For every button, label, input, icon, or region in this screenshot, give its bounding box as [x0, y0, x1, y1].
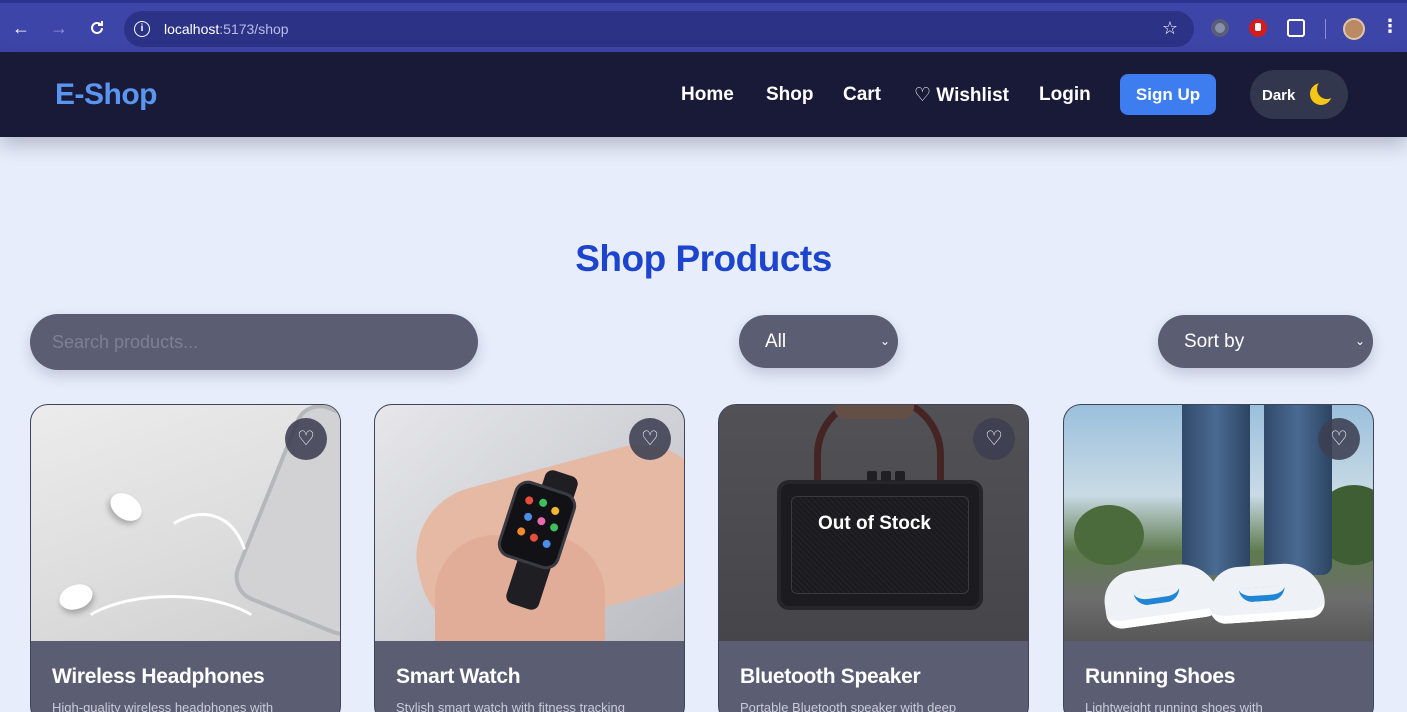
forward-arrow-icon[interactable]: → [47, 16, 71, 40]
nav-home[interactable]: Home [681, 84, 734, 106]
product-description: High-quality wireless headphones with [52, 700, 274, 712]
theme-toggle-button[interactable]: Dark [1250, 70, 1348, 119]
nav-wishlist[interactable]: ♡ Wishlist [914, 84, 1009, 107]
chevron-down-icon: ⌄ [879, 334, 890, 348]
bookmark-star-icon[interactable]: ☆ [1162, 18, 1178, 39]
chevron-down-icon: ⌄ [1354, 334, 1365, 348]
wishlist-heart-icon[interactable]: ♡ [973, 418, 1015, 460]
search-input[interactable] [30, 314, 478, 370]
product-title[interactable]: Smart Watch [396, 665, 521, 689]
extension-adblock-icon[interactable] [1249, 19, 1267, 37]
site-info-icon[interactable]: i [134, 21, 150, 37]
nav-login[interactable]: Login [1039, 84, 1091, 106]
category-select[interactable]: All ⌄ [739, 315, 898, 368]
moon-icon [1310, 79, 1337, 105]
product-description: Lightweight running shoes with [1085, 700, 1263, 712]
brand-logo[interactable]: E-Shop [55, 78, 158, 112]
address-bar[interactable]: i localhost:5173/shop ☆ [124, 11, 1194, 47]
theme-label: Dark [1262, 87, 1296, 104]
site-header: E-Shop Home Shop Cart ♡ Wishlist Login S… [0, 52, 1407, 137]
toolbar-divider [1325, 19, 1326, 39]
product-description: Portable Bluetooth speaker with deep [740, 700, 957, 712]
address-url: localhost:5173/shop [164, 21, 289, 37]
page-title: Shop Products [575, 238, 832, 279]
wishlist-heart-icon[interactable]: ♡ [1318, 418, 1360, 460]
back-arrow-icon[interactable]: ← [9, 16, 33, 40]
product-title[interactable]: Running Shoes [1085, 665, 1235, 689]
product-card[interactable]: Out of Stock ♡ Bluetooth Speaker Portabl… [718, 404, 1029, 712]
signup-button[interactable]: Sign Up [1120, 74, 1216, 115]
category-selected-value: All [765, 331, 787, 352]
product-card[interactable]: ♡ Wireless Headphones High-quality wirel… [30, 404, 341, 712]
wishlist-heart-icon[interactable]: ♡ [285, 418, 327, 460]
product-title[interactable]: Bluetooth Speaker [740, 665, 921, 689]
nav-shop[interactable]: Shop [766, 84, 814, 106]
product-card[interactable]: ♡ Running Shoes Lightweight running shoe… [1063, 404, 1374, 712]
extensions-puzzle-icon[interactable] [1287, 19, 1305, 37]
extension-icon[interactable] [1211, 19, 1229, 37]
reload-icon[interactable] [85, 16, 109, 40]
product-card[interactable]: ♡ Smart Watch Stylish smart watch with f… [374, 404, 685, 712]
out-of-stock-label: Out of Stock [818, 513, 931, 534]
wishlist-heart-icon[interactable]: ♡ [629, 418, 671, 460]
product-title[interactable]: Wireless Headphones [52, 665, 265, 689]
profile-avatar[interactable] [1343, 18, 1365, 40]
product-description: Stylish smart watch with fitness trackin… [396, 700, 626, 712]
browser-menu-icon[interactable]: ⋮ [1380, 16, 1400, 37]
nav-cart[interactable]: Cart [843, 84, 881, 106]
sort-selected-value: Sort by [1184, 331, 1245, 352]
url-path: :5173/shop [219, 21, 289, 37]
sort-select[interactable]: Sort by ⌄ [1158, 315, 1373, 368]
url-host: localhost [164, 21, 220, 37]
browser-toolbar: ← → i localhost:5173/shop ☆ ⋮ [0, 0, 1407, 52]
